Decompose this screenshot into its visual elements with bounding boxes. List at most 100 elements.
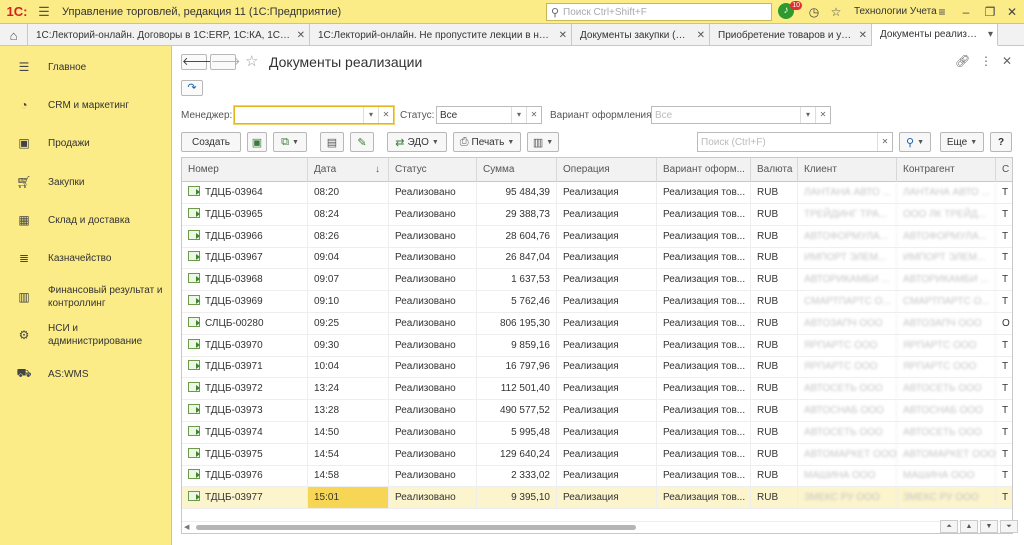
restore-icon[interactable]: ❐ xyxy=(980,0,1000,24)
column-header-date[interactable]: Дата ↓ xyxy=(308,158,389,182)
more-actions-icon[interactable]: ⋮ xyxy=(980,54,992,68)
close-icon[interactable]: ✕ xyxy=(1002,0,1022,24)
back-button[interactable]: 🡐 xyxy=(181,54,212,70)
favorites-icon[interactable]: ☆ xyxy=(826,0,846,24)
column-header-sum[interactable]: Сумма xyxy=(477,158,557,182)
refresh-button[interactable]: ↷ xyxy=(181,80,203,96)
column-header-client[interactable]: Клиент xyxy=(798,158,897,182)
forward-button[interactable]: 🡒 xyxy=(210,54,241,70)
sidebar-item-treasury[interactable]: ≣ Казначейство xyxy=(0,251,172,265)
sidebar-item-finance[interactable]: ▥ Финансовый результат и контроллинг xyxy=(0,284,172,310)
sign-button[interactable]: ✎ xyxy=(350,132,374,152)
cell-currency: RUB xyxy=(751,487,798,509)
close-tab-icon[interactable]: ✕ xyxy=(297,30,305,41)
copy-button[interactable]: ⧉ ▼ xyxy=(273,132,307,152)
reports-menu-button[interactable]: ▥ ▼ xyxy=(527,132,559,152)
minimize-icon[interactable]: – xyxy=(956,0,976,24)
sidebar-item-purchases[interactable]: 🛒︎ Закупки xyxy=(0,175,172,189)
variant-field[interactable]: Все ▾ ✕ xyxy=(651,106,831,124)
tab-sales-docs[interactable]: Документы реализации ▾ xyxy=(872,24,998,46)
close-tab-icon[interactable]: ✕ xyxy=(559,30,567,41)
more-button[interactable]: Еще ▼ xyxy=(940,132,984,152)
cell-client: ЯРПАРТС ООО xyxy=(798,356,897,378)
table-search-input[interactable]: Поиск (Ctrl+F) ✕ xyxy=(697,132,893,152)
table-row[interactable]: ТДЦБ-03965 08:24 Реализовано 29 388,73 Реали… xyxy=(182,203,1012,226)
table-row[interactable]: ТДЦБ-03972 13:24 Реализовано 112 501,40 Реал… xyxy=(182,378,1012,401)
scroll-left-icon[interactable]: ◀ xyxy=(184,522,189,533)
help-button[interactable]: ? xyxy=(990,132,1012,152)
scrollbar-thumb[interactable] xyxy=(196,525,636,530)
posted-document-icon xyxy=(188,316,200,327)
column-header-operation[interactable]: Операция xyxy=(557,158,657,182)
tab-dropdown-icon[interactable]: ▾ xyxy=(988,29,993,40)
settings-menu-icon[interactable]: ≡ xyxy=(932,0,952,24)
tab-goods-purchase[interactable]: Приобретение товаров и услуг ✕ xyxy=(710,24,872,46)
clear-icon[interactable]: ✕ xyxy=(378,107,393,123)
dropdown-arrow-icon[interactable]: ▾ xyxy=(511,107,526,123)
tab-lectures-november[interactable]: 1С:Лекторий-онлайн. Не пропустите лекции… xyxy=(310,24,572,46)
close-tab-icon[interactable]: ✕ xyxy=(859,30,867,41)
sidebar-item-nsi[interactable]: ⚙ НСИ и администрирование xyxy=(0,322,172,348)
last-page-icon[interactable]: ⏷ xyxy=(1000,520,1018,533)
cell-number: ТДЦБ-03973 xyxy=(182,400,308,421)
sidebar-item-sales[interactable]: ▣ Продажи xyxy=(0,136,172,150)
page-down-icon[interactable]: ▼ xyxy=(980,520,998,533)
dropdown-arrow-icon[interactable]: ▾ xyxy=(363,107,378,123)
table-row[interactable]: ТДЦБ-03966 08:26 Реализовано 28 604,76 Реали… xyxy=(182,225,1012,248)
search-button[interactable]: ⚲ ▼ xyxy=(899,132,931,152)
status-field[interactable]: Все ▾ ✕ xyxy=(436,106,542,124)
favorite-star-icon[interactable]: ☆ xyxy=(245,52,258,70)
column-header-counterparty[interactable]: Контрагент xyxy=(897,158,996,182)
cell-extra: Т xyxy=(996,378,1012,399)
create-button[interactable]: Создать xyxy=(181,132,241,152)
table-row[interactable]: ТДЦБ-03971 10:04 Реализовано 16 797,96 Реали… xyxy=(182,356,1012,379)
cell-client: АВТОРИКАМБИ ... xyxy=(798,269,897,291)
link-icon[interactable]: 🔗︎ xyxy=(955,54,970,68)
column-header-status[interactable]: Статус xyxy=(389,158,477,182)
column-header-extra[interactable]: С xyxy=(996,158,1012,182)
hamburger-menu-icon[interactable]: ☰ xyxy=(34,0,54,24)
report-button[interactable]: ▤ xyxy=(320,132,344,152)
user-name[interactable]: Технологии Учета xyxy=(854,0,937,24)
clear-icon[interactable]: ✕ xyxy=(877,133,892,151)
sidebar-item-wms[interactable]: ⛟ AS:WMS xyxy=(0,366,172,382)
table-row[interactable]: ТДЦБ-03964 08:20 Реализовано 95 484,39 Реали… xyxy=(182,182,1012,204)
close-tab-icon[interactable]: ✕ xyxy=(697,30,705,41)
sidebar-item-crm[interactable]: ◔ CRM и маркетинг xyxy=(0,98,172,112)
close-form-icon[interactable]: ✕ xyxy=(1002,54,1012,68)
column-header-currency[interactable]: Валюта xyxy=(751,158,798,182)
create-based-on-button[interactable]: ▣ xyxy=(247,132,267,152)
table-row[interactable]: ТДЦБ-03969 09:10 Реализовано 5 762,46 Реализ… xyxy=(182,291,1012,313)
sidebar-item-main[interactable]: ☰ Главное xyxy=(0,60,172,74)
page-up-icon[interactable]: ▲ xyxy=(960,520,978,533)
table-row[interactable]: СЛЦБ-00280 09:25 Реализовано 806 195,30 Реал… xyxy=(182,312,1012,335)
tab-purchase-docs[interactable]: Документы закупки (все) ✕ xyxy=(572,24,710,46)
dropdown-arrow-icon[interactable]: ▾ xyxy=(800,107,815,123)
horizontal-scrollbar[interactable]: ◀ ▶ xyxy=(182,521,1012,533)
table-row[interactable]: ТДЦБ-03977 15:01 Реализовано 9 395,10 Реализ… xyxy=(182,487,1012,510)
tab-lectures-contracts[interactable]: 1С:Лекторий-онлайн. Договоры в 1С:ERP, 1… xyxy=(28,24,310,46)
table-row[interactable]: ТДЦБ-03967 09:04 Реализовано 26 847,04 Реали… xyxy=(182,247,1012,270)
column-header-variant[interactable]: Вариант оформ... xyxy=(657,158,751,182)
table-row[interactable]: ТДЦБ-03970 09:30 Реализовано 9 859,16 Реализ… xyxy=(182,334,1012,357)
history-icon[interactable]: ◷ xyxy=(804,0,824,24)
print-button[interactable]: ⎙ Печать ▼ xyxy=(453,132,521,152)
notifications-button[interactable]: ♪ 10 xyxy=(778,1,802,21)
column-header-number[interactable]: Номер xyxy=(182,158,308,182)
first-page-icon[interactable]: ⏶ xyxy=(940,520,958,533)
posted-document-icon xyxy=(188,229,200,240)
table-row[interactable]: ТДЦБ-03968 09:07 Реализовано 1 637,53 Реализ… xyxy=(182,269,1012,292)
tab-label: Приобретение товаров и услуг xyxy=(718,29,853,41)
edo-button[interactable]: ⇄ ЭДО ▼ xyxy=(387,132,447,152)
global-search-input[interactable]: ⚲ Поиск Ctrl+Shift+F xyxy=(546,3,772,21)
cell-variant: Реализация тов... xyxy=(657,182,751,203)
table-row[interactable]: ТДЦБ-03975 14:54 Реализовано 129 640,24 Реал… xyxy=(182,443,1012,466)
manager-field[interactable]: ▾ ✕ xyxy=(234,106,394,124)
sidebar-item-warehouse[interactable]: ▦ Склад и доставка xyxy=(0,213,172,227)
table-row[interactable]: ТДЦБ-03973 13:28 Реализовано 490 577,52 Реал… xyxy=(182,400,1012,422)
clear-icon[interactable]: ✕ xyxy=(526,107,541,123)
table-row[interactable]: ТДЦБ-03976 14:58 Реализовано 2 333,02 Реализ… xyxy=(182,465,1012,488)
table-row[interactable]: ТДЦБ-03974 14:50 Реализовано 5 995,48 Реализ… xyxy=(182,421,1012,444)
clear-icon[interactable]: ✕ xyxy=(815,107,830,123)
home-icon[interactable]: ⌂ xyxy=(0,24,28,46)
